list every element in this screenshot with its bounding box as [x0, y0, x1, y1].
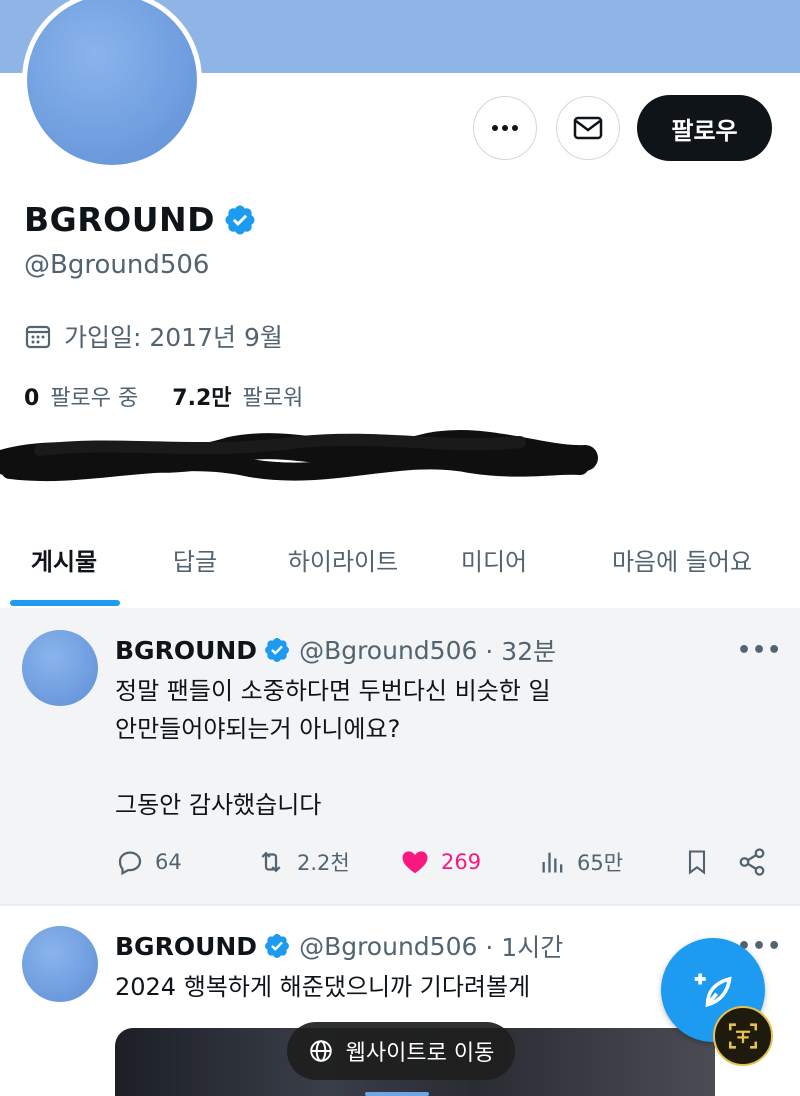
- more-options-button[interactable]: [473, 96, 537, 160]
- views-button[interactable]: 65만: [539, 840, 623, 884]
- retweet-icon: [261, 851, 281, 873]
- verified-icon: [265, 638, 290, 662]
- tweet-author-name[interactable]: BGROUND: [115, 636, 257, 665]
- followers-stat[interactable]: 7.2만 팔로워: [172, 380, 303, 412]
- tweet-text: 2024 행복하게 해준댔으니까 기다려볼게: [115, 973, 531, 1001]
- scroll-indicator: [365, 1092, 429, 1096]
- verified-icon: [265, 934, 290, 958]
- message-button[interactable]: [556, 96, 620, 160]
- active-tab-indicator: [10, 600, 120, 606]
- tab-posts[interactable]: 게시물: [0, 525, 128, 605]
- share-button[interactable]: [737, 840, 777, 884]
- calendar-icon: [25, 325, 51, 349]
- website-link-pill[interactable]: 웹사이트로 이동: [287, 1022, 515, 1080]
- scan-icon: [728, 1023, 758, 1049]
- tweet-handle[interactable]: @Bground506: [299, 636, 477, 665]
- tweet-time[interactable]: · 1시간: [485, 928, 563, 964]
- reply-button[interactable]: 64: [115, 840, 182, 884]
- tweet-avatar[interactable]: [22, 926, 98, 1002]
- tab-replies[interactable]: 답글: [128, 525, 262, 605]
- verified-icon: [225, 204, 255, 235]
- tab-likes[interactable]: 마음에 들어요: [564, 525, 800, 605]
- tweet-header: BGROUND @Bground506 · 32분: [115, 632, 556, 668]
- tweet-handle[interactable]: @Bground506: [299, 932, 477, 961]
- tweet-avatar[interactable]: [22, 630, 98, 706]
- joined-text: 가입일: 2017년 9월: [64, 323, 283, 352]
- tab-highlights[interactable]: 하이라이트: [262, 525, 424, 605]
- tweet-time[interactable]: · 32분: [485, 632, 556, 668]
- joined-date: 가입일: 2017년 9월: [24, 318, 283, 354]
- globe-icon: [309, 1040, 332, 1062]
- tweet-more-button[interactable]: •••: [737, 638, 782, 663]
- retweet-button[interactable]: 2.2천: [255, 840, 350, 884]
- more-icon: [492, 125, 518, 131]
- mail-icon: [573, 116, 603, 140]
- share-icon: [739, 848, 765, 876]
- tab-media[interactable]: 미디어: [424, 525, 564, 605]
- display-name: BGROUND: [24, 200, 216, 239]
- redaction-scribble: [0, 430, 598, 482]
- bookmark-icon: [688, 850, 706, 875]
- views-icon: [542, 852, 563, 873]
- profile-avatar[interactable]: [22, 0, 202, 170]
- profile-handle: @Bground506: [24, 250, 210, 280]
- like-button[interactable]: 269: [399, 840, 481, 884]
- tweet-actions: 64 2.2천 269 65만: [115, 840, 775, 884]
- tweet-divider: [0, 904, 800, 906]
- tweet-author-name[interactable]: BGROUND: [115, 932, 257, 961]
- bookmark-button[interactable]: [683, 840, 721, 884]
- heart-icon: [402, 851, 428, 874]
- following-stat[interactable]: 0 팔로우 중: [24, 380, 138, 412]
- overlay-badge[interactable]: [713, 1006, 773, 1066]
- tweet-header: BGROUND @Bground506 · 1시간: [115, 928, 563, 964]
- reply-icon: [118, 851, 142, 876]
- tweet-text: 정말 팬들이 소중하다면 두번다신 비슷한 일 안만들어야되는거 아니에요? 그…: [115, 677, 551, 819]
- follow-button[interactable]: 팔로우: [637, 95, 772, 161]
- profile-tabs: 게시물 답글 하이라이트 미디어 마음에 들어요: [0, 525, 800, 605]
- compose-icon: [694, 973, 732, 1008]
